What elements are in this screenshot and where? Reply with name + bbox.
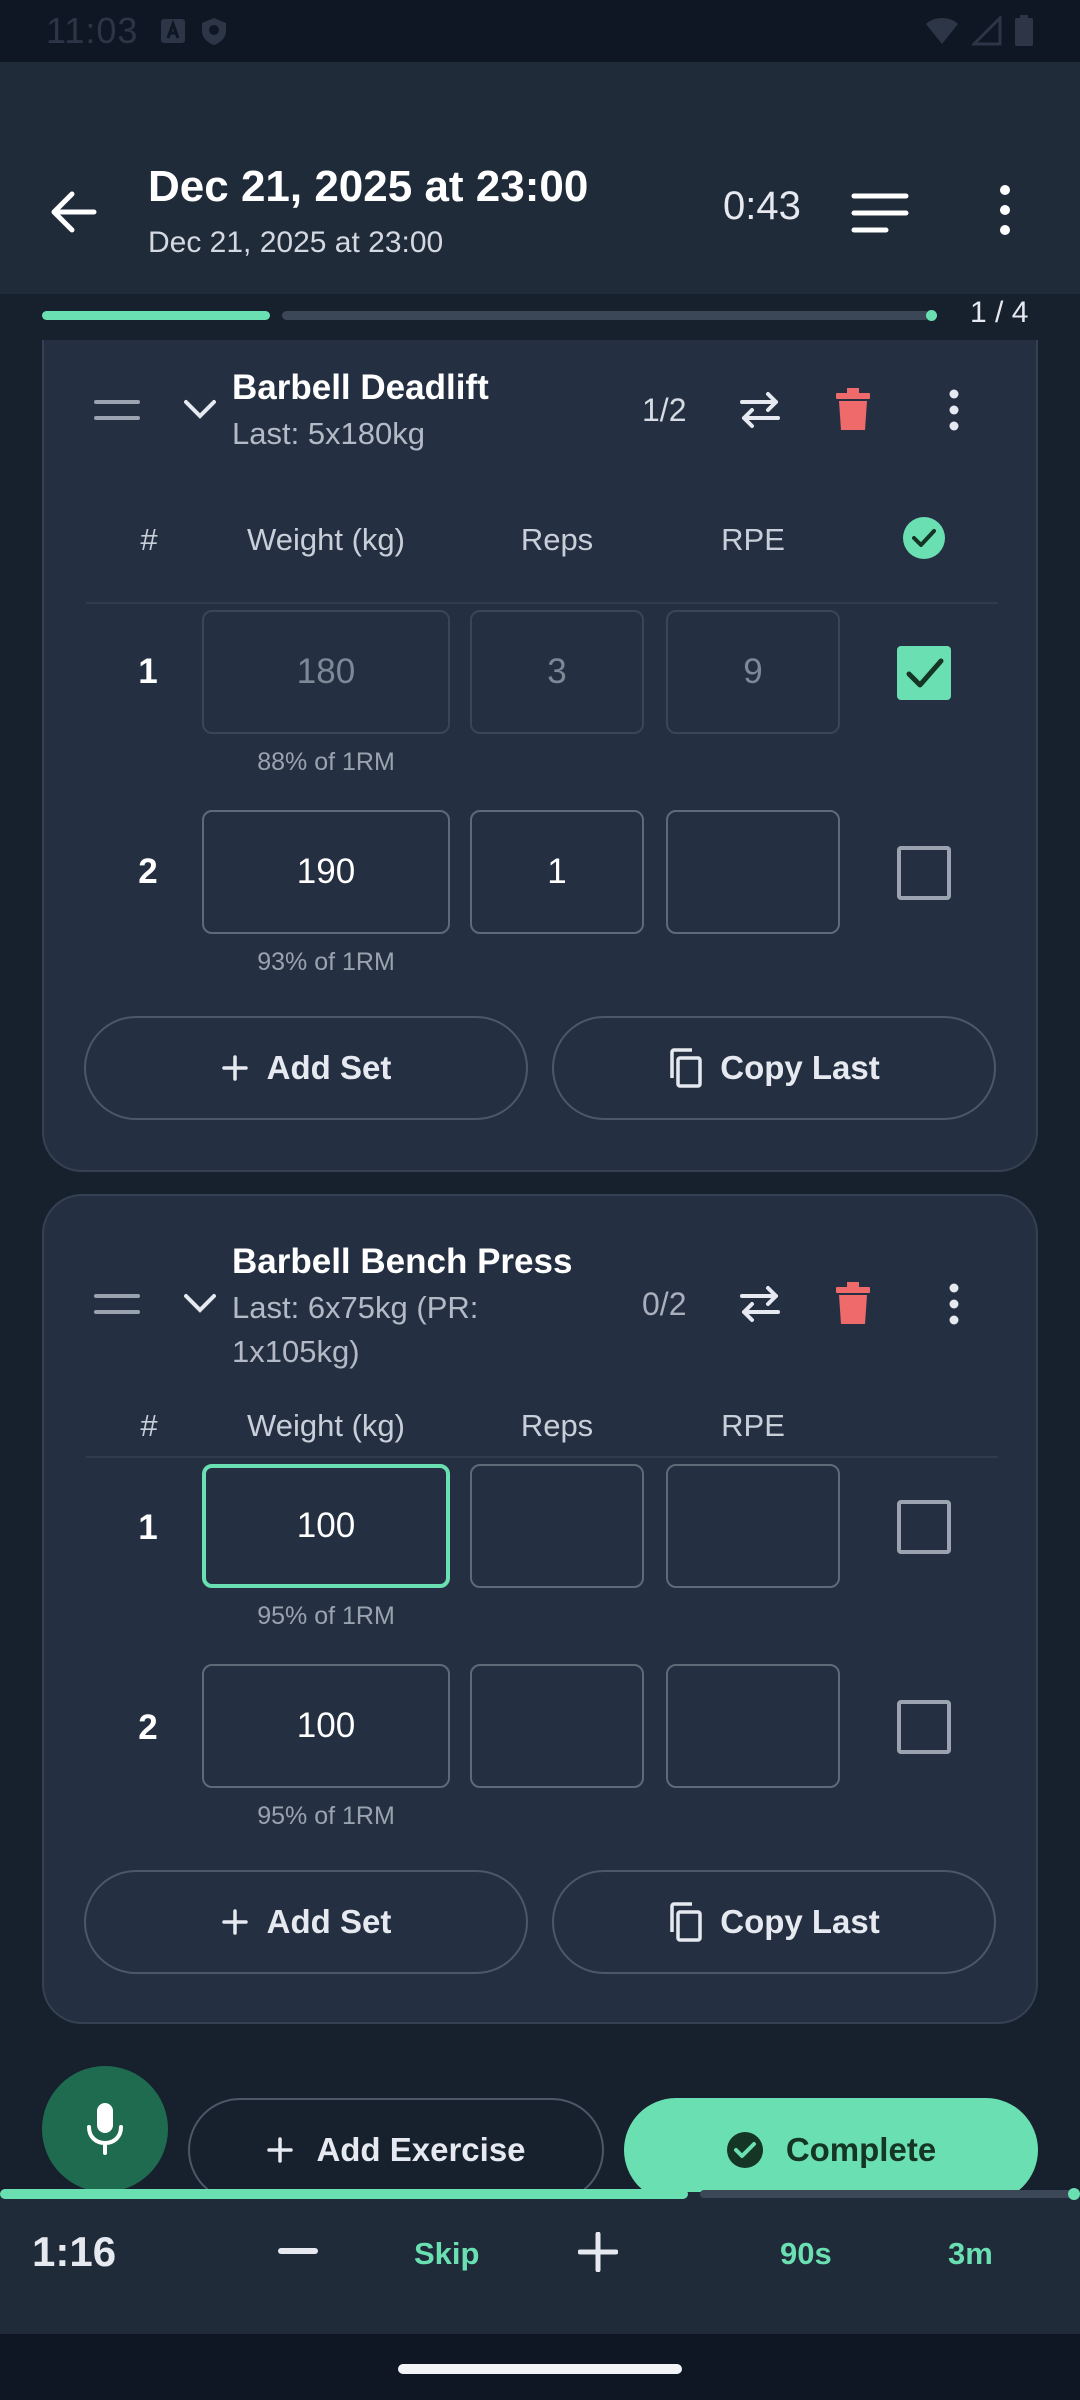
rest-timer-time: 1:16 [32,2228,117,2275]
shield-icon [202,18,227,45]
exercise-name[interactable]: Barbell Bench Press [232,1242,572,1282]
one-rm-percent: 93% of 1RM [257,948,395,976]
plus-icon [221,1055,248,1081]
notification-a-icon [161,19,186,43]
add-set-button[interactable]: Add Set [84,1870,528,1974]
signal-icon [972,16,1002,46]
more-vert-icon[interactable] [985,180,1025,240]
set-number: 1 [138,1508,158,1547]
col-header-rpe: RPE [721,522,785,557]
more-vert-icon[interactable] [944,388,964,432]
swap-icon[interactable] [738,1284,782,1324]
copy-icon [670,1902,702,1942]
set-number: 2 [138,1708,158,1747]
trash-icon[interactable] [836,1282,870,1324]
add-set-button[interactable]: Add Set [84,1016,528,1120]
reps-input[interactable] [470,1464,644,1588]
col-header-weight: Weight (kg) [247,1408,405,1443]
home-gesture-handle[interactable] [398,2364,682,2374]
copy-icon [670,1048,702,1088]
one-rm-percent: 95% of 1RM [257,1802,395,1830]
status-time: 11:03 [46,10,139,51]
weight-input[interactable]: 100 [202,1664,450,1788]
workout-progress-fill [42,311,270,320]
copy-last-button[interactable]: Copy Last [552,1870,996,1974]
check-circle-icon [726,2132,763,2168]
rpe-input[interactable] [666,1464,840,1588]
col-header-weight: Weight (kg) [247,522,405,557]
chevron-down-icon[interactable] [182,1292,218,1316]
set-complete-checkbox[interactable] [897,1500,951,1554]
rest-timer-bar [0,2192,1080,2334]
set-complete-checkbox[interactable] [897,846,951,900]
exercise-set-count: 1/2 [642,392,687,428]
reps-input[interactable]: 3 [470,610,644,734]
set-complete-checkbox[interactable] [897,1700,951,1754]
trash-icon[interactable] [836,388,870,430]
col-header-number: # [140,522,158,557]
page-subtitle: Dec 21, 2025 at 23:00 [148,226,444,259]
complete-workout-button[interactable]: Complete [624,2098,1038,2202]
col-header-rpe: RPE [721,1408,785,1443]
plus-icon [267,2137,294,2163]
minus-icon[interactable] [278,2248,318,2254]
plus-icon [221,1909,248,1935]
copy-last-button[interactable]: Copy Last [552,1016,996,1120]
col-header-number: # [140,1408,158,1443]
set-number: 1 [138,652,158,691]
set-number: 2 [138,852,158,891]
battery-icon [1015,15,1033,46]
wifi-icon [926,18,958,44]
drag-handle-icon[interactable] [94,398,140,422]
add-exercise-button[interactable]: Add Exercise [188,2098,604,2202]
mic-icon [87,2103,123,2155]
rpe-input[interactable]: 9 [666,610,840,734]
exercise-name[interactable]: Barbell Deadlift [232,368,489,408]
col-header-reps: Reps [520,1408,594,1443]
more-vert-icon[interactable] [944,1282,964,1326]
weight-input[interactable]: 180 [202,610,450,734]
skip-rest-button[interactable]: Skip [414,2236,479,2272]
plus-icon[interactable] [578,2232,618,2272]
workout-progress-bar [42,308,938,322]
list-icon[interactable] [850,188,910,238]
exercise-card: Barbell Bench Press Last: 6x75kg (PR: 1x… [42,1194,1038,2024]
one-rm-percent: 88% of 1RM [257,748,395,776]
rest-preset-90s[interactable]: 90s [780,2236,832,2272]
exercise-set-count: 0/2 [642,1286,687,1322]
drag-handle-icon[interactable] [94,1292,140,1316]
rest-preset-3m[interactable]: 3m [948,2236,993,2272]
arrow-left-icon[interactable] [44,182,104,242]
workout-progress-label: 1 / 4 [970,296,1029,329]
page-title[interactable]: Dec 21, 2025 at 23:00 [148,162,588,212]
reps-input[interactable] [470,1664,644,1788]
set-complete-checkbox[interactable] [897,646,951,700]
exercise-card: Barbell Deadlift Last: 5x180kg 1/2 # Wei… [42,340,1038,1172]
exercise-last: Last: 5x180kg [232,416,426,451]
check-icon [906,658,944,688]
weight-input[interactable]: 100 [202,1464,450,1588]
reps-input[interactable]: 1 [470,810,644,934]
swap-icon[interactable] [738,390,782,430]
weight-input[interactable]: 190 [202,810,450,934]
one-rm-percent: 95% of 1RM [257,1602,395,1630]
col-header-reps: Reps [520,522,594,557]
chevron-down-icon[interactable] [182,398,218,422]
rpe-input[interactable] [666,810,840,934]
elapsed-timer: 0:43 [723,184,801,228]
rest-timer-progress-fill [0,2189,688,2199]
status-bar: 11:03 [0,0,1080,62]
exercise-last: Last: 6x75kg (PR: 1x105kg) [232,1290,479,1369]
app-bar: Dec 21, 2025 at 23:00 Dec 21, 2025 at 23… [0,62,1080,294]
rpe-input[interactable] [666,1664,840,1788]
voice-input-button[interactable] [42,2066,168,2192]
check-circle-icon [903,517,945,559]
